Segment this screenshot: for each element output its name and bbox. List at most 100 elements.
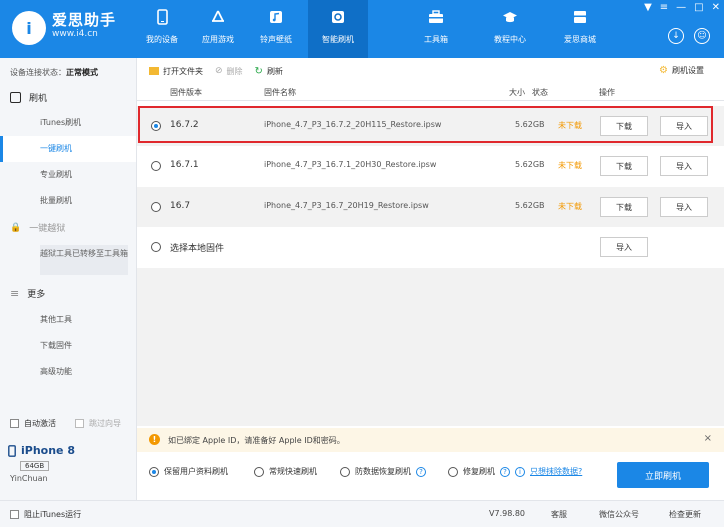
wechat-link[interactable]: 微信公众号 [599,509,639,520]
sidebar-section-jailbreak[interactable]: 🔒 一键越狱 [10,221,66,235]
checkbox-box[interactable] [10,510,19,519]
option-anti-recovery[interactable]: 防数据恢复刷机 ? [340,466,426,477]
col-status: 状态 [532,88,548,97]
sidebar-section-label: 一键越狱 [29,224,66,234]
dropdown-icon[interactable]: ▼ [644,2,652,13]
col-size: 大小 [509,88,525,97]
nav-label: 智能刷机 [322,35,354,44]
device-name-text: iPhone 8 [21,444,75,457]
warning-icon: ! [149,434,160,445]
option-quick-flash[interactable]: 常规快速刷机 [254,466,317,477]
checkbox-box[interactable] [75,419,84,428]
sidebar-item-advanced[interactable]: 高级功能 [0,359,136,385]
local-firmware-label: 选择本地固件 [170,244,225,254]
radio[interactable] [340,466,350,477]
toolbox-icon [429,10,443,23]
menu-icon[interactable]: ≡ [660,2,668,13]
firmware-size: 5.62GB [515,201,545,210]
sidebar-section-flash[interactable]: 刷机 [10,91,47,104]
info-icon: i [515,466,525,477]
erase-data-link[interactable]: 只想抹除数据? [530,466,582,477]
sidebar-section-more[interactable]: ≡ 更多 [10,287,45,300]
help-icon[interactable]: ? [416,466,426,477]
table-row-local-firmware[interactable]: 选择本地固件 导入 [137,227,724,267]
flash-now-button[interactable]: 立即刷机 [617,462,709,488]
option-keep-data[interactable]: 保留用户资料刷机 [149,466,228,477]
nav-tab-ringtones[interactable]: 铃声壁纸 [246,0,306,58]
firmware-status: 未下载 [558,161,582,170]
delete-button[interactable]: ⊘ 删除 [215,66,243,77]
toolbar: 打开文件夹 ⊘ 删除 ↻ 刷新 ⚙ 刷机设置 [137,58,724,84]
check-update-link[interactable]: 检查更新 [669,509,701,520]
table-header: 固件版本 固件名称 大小 状态 操作 [137,84,724,101]
music-icon [270,11,282,23]
firmware-radio[interactable] [151,161,161,171]
flash-settings-button[interactable]: ⚙ 刷机设置 [659,65,704,76]
sidebar-item-one-click-flash[interactable]: 一键刷机 [0,136,136,162]
sidebar-item-download-firmware[interactable]: 下载固件 [0,333,136,359]
open-folder-button[interactable]: 打开文件夹 [149,66,203,77]
flash-icon [10,92,21,103]
radio[interactable] [254,466,264,477]
checkbox-box[interactable] [10,419,19,428]
firmware-size: 5.62GB [515,160,545,169]
nav-tab-store[interactable]: 爱思商城 [550,0,610,58]
nav-tab-smart-flash[interactable]: 智能刷机 [308,0,368,58]
block-itunes-checkbox[interactable]: 阻止iTunes运行 [10,509,81,520]
store-icon [574,11,586,23]
nav-label: 爱思商城 [564,35,596,44]
radio[interactable] [448,466,458,477]
download-button[interactable]: 下载 [600,197,648,217]
nav-tab-toolbox[interactable]: 工具箱 [406,0,466,58]
firmware-status: 未下载 [558,202,582,211]
folder-icon [149,67,159,75]
close-icon[interactable]: × [704,433,712,444]
brand-name: 爱思助手 [52,11,117,29]
option-label: 常规快速刷机 [269,467,317,476]
nav-tab-my-device[interactable]: 我的设备 [132,0,192,58]
checkbox-label: 自动激活 [24,419,56,428]
import-button[interactable]: 导入 [660,197,708,217]
close-icon[interactable]: ✕ [712,2,720,13]
import-local-button[interactable]: 导入 [600,237,648,257]
sidebar-item-itunes-flash[interactable]: iTunes刷机 [0,110,136,136]
sidebar-item-pro-flash[interactable]: 专业刷机 [0,162,136,188]
option-repair-flash[interactable]: 修复刷机 ? i 只想抹除数据? [448,466,582,477]
user-button[interactable]: ☺ [694,28,710,44]
sidebar: 设备连接状态：正常模式 刷机 iTunes刷机 一键刷机 专业刷机 批量刷机 🔒… [0,58,137,500]
selected-row-highlight [138,106,713,143]
refresh-icon [332,11,344,23]
status-bar: 阻止iTunes运行 V7.98.80 客服 微信公众号 检查更新 [0,500,724,527]
radio[interactable] [149,466,159,477]
nav-tab-tutorials[interactable]: 教程中心 [480,0,540,58]
minimize-icon[interactable]: — [676,2,686,13]
connection-status: 设备连接状态：正常模式 [10,67,98,78]
sidebar-item-batch-flash[interactable]: 批量刷机 [0,188,136,214]
col-name: 固件名称 [264,88,296,97]
graduation-cap-icon [503,12,517,23]
nav-label: 教程中心 [494,35,526,44]
top-bar: i 爱思助手 www.i4.cn 我的设备 应用游戏 铃声壁纸 智能刷机 工具箱… [0,0,724,58]
download-button[interactable]: 下载 [600,156,648,176]
table-row[interactable]: 16.7 iPhone_4.7_P3_16.7_20H19_Restore.ip… [137,187,724,227]
skip-guide-checkbox[interactable]: 跳过向导 [75,418,121,429]
firmware-radio[interactable] [151,202,161,212]
option-label: 防数据恢复刷机 [355,467,411,476]
col-version: 固件版本 [170,88,202,97]
device-info: iPhone 8 64GB YinChuan [8,444,75,483]
auto-activate-checkbox[interactable]: 自动激活 [10,418,56,429]
table-row[interactable]: 16.7.1 iPhone_4.7_P3_16.7.1_20H30_Restor… [137,146,724,186]
maximize-icon[interactable]: □ [694,2,703,13]
nav-tab-apps[interactable]: 应用游戏 [188,0,248,58]
refresh-button[interactable]: ↻ 刷新 [255,66,283,77]
sidebar-item-other-tools[interactable]: 其他工具 [0,307,136,333]
download-manager-button[interactable]: ↓ [668,28,684,44]
firmware-radio[interactable] [151,242,161,252]
help-icon[interactable]: ? [500,466,510,477]
firmware-version: 16.7 [170,201,191,211]
app-logo: i [12,11,46,45]
import-button[interactable]: 导入 [660,156,708,176]
support-link[interactable]: 客服 [551,509,567,520]
option-label: 修复刷机 [463,467,495,476]
device-capacity: 64GB [20,461,50,471]
